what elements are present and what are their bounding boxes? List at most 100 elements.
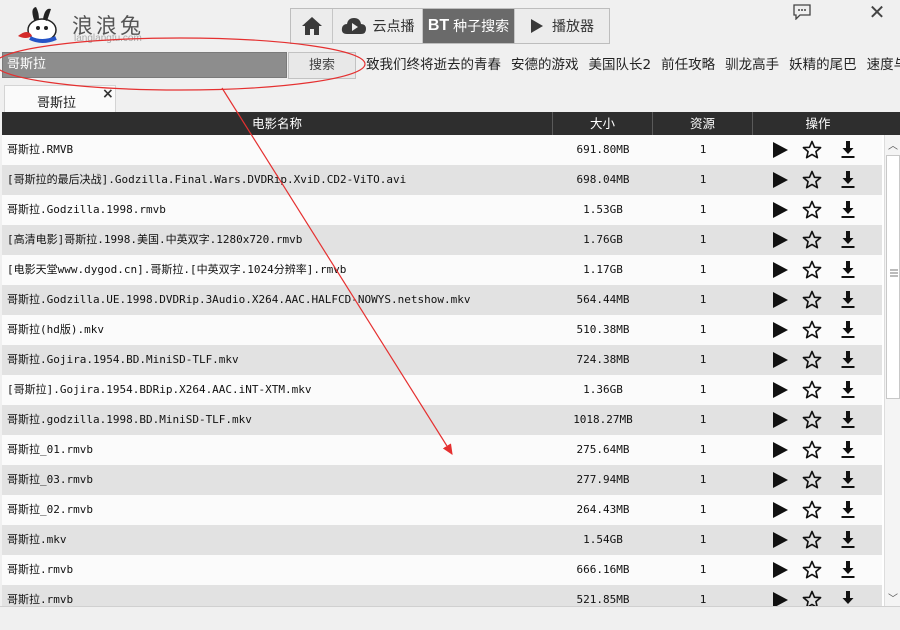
play-icon[interactable]	[770, 590, 790, 606]
table-row[interactable]: 哥斯拉_01.rmvb 275.64MB 1	[2, 435, 882, 465]
hot-keyword-link[interactable]: 致我们终将逝去的青春	[366, 52, 501, 78]
table-row[interactable]: 哥斯拉.rmvb 666.16MB 1	[2, 555, 882, 585]
star-icon[interactable]	[802, 590, 822, 606]
play-icon[interactable]	[770, 470, 790, 490]
download-icon[interactable]	[838, 590, 858, 606]
star-icon[interactable]	[802, 500, 822, 520]
star-icon[interactable]	[802, 320, 822, 340]
row-actions	[753, 585, 882, 606]
play-icon[interactable]	[770, 380, 790, 400]
download-icon[interactable]	[838, 320, 858, 340]
hot-keyword-link[interactable]: 驯龙高手	[725, 52, 779, 78]
search-input[interactable]: 哥斯拉	[2, 52, 287, 78]
hot-keyword-link[interactable]: 速度与激情	[867, 52, 900, 78]
header-sources[interactable]: 资源	[653, 112, 753, 135]
source-count: 1	[699, 443, 707, 456]
star-icon[interactable]	[802, 410, 822, 430]
download-icon[interactable]	[838, 500, 858, 520]
star-icon[interactable]	[802, 350, 822, 370]
download-icon[interactable]	[838, 140, 858, 160]
star-icon[interactable]	[802, 440, 822, 460]
hot-keyword-link[interactable]: 安德的游戏	[511, 52, 579, 78]
file-size: 1.36GB	[583, 383, 623, 396]
row-actions	[753, 165, 882, 195]
table-row[interactable]: 哥斯拉.godzilla.1998.BD.MiniSD-TLF.mkv 1018.…	[2, 405, 882, 435]
star-icon[interactable]	[802, 290, 822, 310]
tab-close-button[interactable]: ×	[102, 86, 114, 102]
hot-keyword-link[interactable]: 美国队长2	[589, 52, 652, 78]
star-icon[interactable]	[802, 470, 822, 490]
search-button[interactable]: 搜索	[288, 52, 356, 79]
table-row[interactable]: 哥斯拉.Godzilla.UE.1998.DVDRip.3Audio.X264.…	[2, 285, 882, 315]
table-row[interactable]: [哥斯拉的最后决战].Godzilla.Final.Wars.DVDRip.Xv…	[2, 165, 882, 195]
nav-home-button[interactable]	[291, 9, 333, 43]
tab-search-result[interactable]: 哥斯拉 ×	[4, 85, 116, 113]
star-icon[interactable]	[802, 200, 822, 220]
file-name: 哥斯拉.Godzilla.UE.1998.DVDRip.3Audio.X264.…	[7, 293, 471, 306]
download-icon[interactable]	[838, 260, 858, 280]
file-size: 521.85MB	[576, 593, 630, 606]
download-icon[interactable]	[838, 410, 858, 430]
star-icon[interactable]	[802, 230, 822, 250]
table-row[interactable]: 哥斯拉.Godzilla.1998.rmvb 1.53GB 1	[2, 195, 882, 225]
header-size[interactable]: 大小	[553, 112, 653, 135]
download-icon[interactable]	[838, 530, 858, 550]
download-icon[interactable]	[838, 440, 858, 460]
play-icon[interactable]	[770, 500, 790, 520]
play-icon[interactable]	[770, 290, 790, 310]
scroll-down-arrow[interactable]: ﹀	[885, 590, 900, 605]
hot-keyword-link[interactable]: 妖精的尾巴	[789, 52, 857, 78]
nav-cloud-play-button[interactable]: 云点播	[333, 9, 423, 43]
download-icon[interactable]	[838, 230, 858, 250]
play-icon[interactable]	[770, 350, 790, 370]
play-icon[interactable]	[770, 320, 790, 340]
play-icon[interactable]	[770, 440, 790, 460]
hot-keyword-link[interactable]: 前任攻略	[661, 52, 715, 78]
download-icon[interactable]	[838, 470, 858, 490]
source-count: 1	[699, 383, 707, 396]
window-close-button[interactable]: ✕	[864, 2, 890, 22]
nav-player-button[interactable]: 播放器	[515, 9, 609, 43]
download-icon[interactable]	[838, 200, 858, 220]
table-row[interactable]: 哥斯拉.Gojira.1954.BD.MiniSD-TLF.mkv 724.38M…	[2, 345, 882, 375]
table-row[interactable]: 哥斯拉(hd版).mkv 510.38MB 1	[2, 315, 882, 345]
file-name: 哥斯拉.rmvb	[7, 563, 74, 576]
table-row[interactable]: [电影天堂www.dygod.cn].哥斯拉.[中英双字.1024分辨率].rm…	[2, 255, 882, 285]
row-actions	[753, 345, 882, 375]
play-icon[interactable]	[770, 140, 790, 160]
table-row[interactable]: 哥斯拉_03.rmvb 277.94MB 1	[2, 465, 882, 495]
file-name: 哥斯拉.rmvb	[7, 593, 74, 606]
star-icon[interactable]	[802, 140, 822, 160]
table-row[interactable]: 哥斯拉.rmvb 521.85MB 1	[2, 585, 882, 606]
star-icon[interactable]	[802, 560, 822, 580]
play-icon[interactable]	[770, 560, 790, 580]
star-icon[interactable]	[802, 380, 822, 400]
download-icon[interactable]	[838, 350, 858, 370]
play-icon[interactable]	[770, 200, 790, 220]
star-icon[interactable]	[802, 530, 822, 550]
star-icon[interactable]	[802, 260, 822, 280]
download-icon[interactable]	[838, 290, 858, 310]
row-actions	[753, 405, 882, 435]
table-row[interactable]: 哥斯拉.RMVB 691.80MB 1	[2, 135, 882, 165]
download-icon[interactable]	[838, 560, 858, 580]
download-icon[interactable]	[838, 380, 858, 400]
scroll-thumb[interactable]	[886, 155, 900, 399]
table-header: 电影名称 大小 资源 操作	[2, 112, 900, 135]
header-name[interactable]: 电影名称	[2, 112, 553, 135]
table-row[interactable]: [哥斯拉].Gojira.1954.BDRip.X264.AAC.iNT-XTM…	[2, 375, 882, 405]
play-icon[interactable]	[770, 260, 790, 280]
play-icon[interactable]	[770, 230, 790, 250]
scroll-up-arrow[interactable]: ︿	[885, 137, 900, 152]
play-icon[interactable]	[770, 410, 790, 430]
table-row[interactable]: 哥斯拉.mkv 1.54GB 1	[2, 525, 882, 555]
message-icon[interactable]	[792, 4, 812, 20]
vertical-scrollbar[interactable]: ︿ ﹀	[884, 135, 900, 606]
play-icon[interactable]	[770, 170, 790, 190]
table-row[interactable]: 哥斯拉_02.rmvb 264.43MB 1	[2, 495, 882, 525]
table-row[interactable]: [高清电影]哥斯拉.1998.美国.中英双字.1280x720.rmvb 1.76…	[2, 225, 882, 255]
star-icon[interactable]	[802, 170, 822, 190]
play-icon[interactable]	[770, 530, 790, 550]
nav-bt-search-button[interactable]: BT 种子搜索	[423, 9, 515, 43]
download-icon[interactable]	[838, 170, 858, 190]
